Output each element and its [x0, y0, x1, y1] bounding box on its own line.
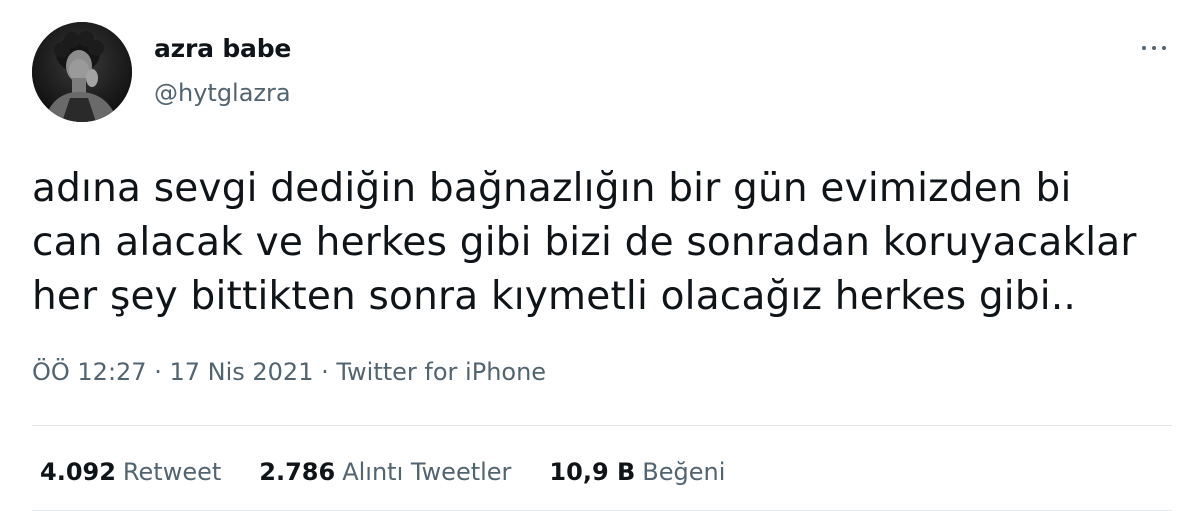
meta-separator: ·: [313, 358, 337, 386]
user-handle[interactable]: @hytglazra: [154, 79, 291, 107]
meta-separator: ·: [146, 358, 170, 386]
likes-label: Beğeni: [642, 458, 726, 486]
tweet-date[interactable]: 17 Nis 2021: [169, 358, 313, 386]
likes-stat[interactable]: 10,9 B Beğeni: [549, 458, 725, 486]
tweet-card: azra babe @hytglazra adına sevgi dediğin…: [0, 0, 1200, 511]
avatar[interactable]: [32, 22, 132, 122]
likes-count: 10,9 B: [549, 458, 636, 486]
display-name[interactable]: azra babe: [154, 34, 291, 63]
profile-photo: [32, 22, 132, 122]
tweet-text-line: adına sevgi dediğin bağnazlığın bir gün …: [32, 166, 1072, 211]
retweet-label: Retweet: [122, 458, 222, 486]
tweet-time[interactable]: ÖÖ 12:27: [32, 358, 147, 386]
tweet-text: adına sevgi dediğin bağnazlığın bir gün …: [32, 162, 1172, 324]
tweet-source[interactable]: Twitter for iPhone: [336, 358, 546, 386]
quote-tweets-stat[interactable]: 2.786 Alıntı Tweetler: [259, 458, 511, 486]
more-horizontal-icon: [1142, 46, 1146, 50]
quote-tweets-count: 2.786: [259, 458, 336, 486]
quote-tweets-label: Alıntı Tweetler: [342, 458, 512, 486]
divider: [32, 425, 1172, 426]
tweet-text-line: her şey bittikten sonra kıymetli olacağı…: [32, 274, 1077, 319]
tweet-stats: 4.092 Retweet 2.786 Alıntı Tweetler 10,9 B…: [40, 458, 763, 486]
retweet-count: 4.092: [40, 458, 116, 486]
tweet-text-line: can alacak ve herkes gibi bizi de sonrad…: [32, 220, 1137, 265]
tweet-meta: ÖÖ 12:27 · 17 Nis 2021 · Twitter for iPh…: [32, 358, 546, 386]
retweet-stat[interactable]: 4.092 Retweet: [40, 458, 221, 486]
more-options-button[interactable]: [1134, 36, 1174, 60]
